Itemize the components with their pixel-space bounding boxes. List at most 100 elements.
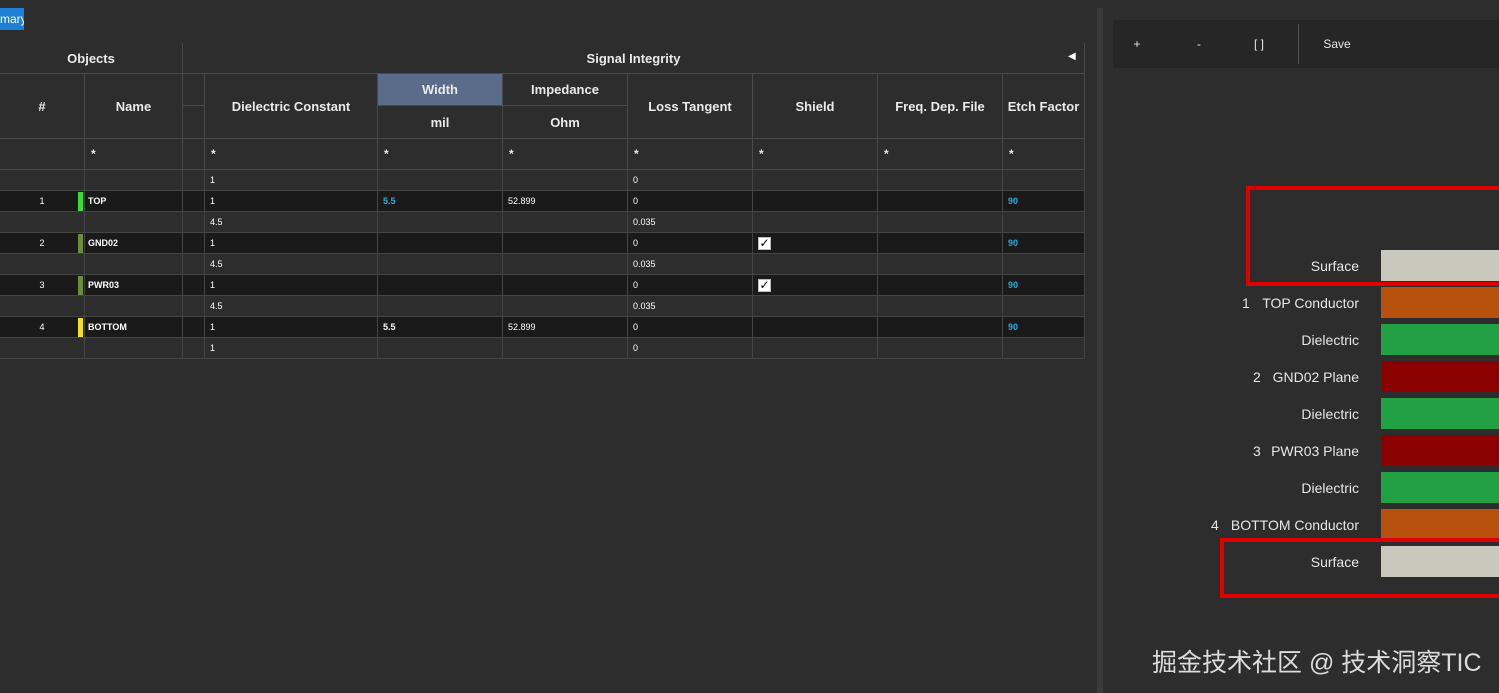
layer-bar[interactable] xyxy=(1381,287,1499,318)
cell-layer-number[interactable]: 2 xyxy=(0,233,85,254)
filter-loss-tangent[interactable]: * xyxy=(628,139,753,170)
cell-dk[interactable]: 1 xyxy=(205,170,378,191)
cell-dk[interactable]: 1 xyxy=(205,275,378,296)
col-header-shield[interactable]: Shield xyxy=(753,74,878,139)
cell-imp[interactable] xyxy=(503,254,628,275)
layer-bar[interactable] xyxy=(1381,398,1499,429)
cell-freq[interactable] xyxy=(878,170,1003,191)
cell-loss[interactable]: 0.035 xyxy=(628,254,753,275)
cell-width[interactable] xyxy=(378,212,503,233)
cell-freq[interactable] xyxy=(878,296,1003,317)
col-header-etch-factor[interactable]: Etch Factor xyxy=(1003,74,1085,139)
tab-summary[interactable]: mary xyxy=(0,8,24,30)
shield-checkbox[interactable]: ✓ xyxy=(758,236,771,250)
filter-shield[interactable]: * xyxy=(753,139,878,170)
cell-etch[interactable]: 90 xyxy=(1003,233,1085,254)
cell-etch[interactable] xyxy=(1003,338,1085,359)
cell-imp[interactable] xyxy=(503,296,628,317)
cell-freq[interactable] xyxy=(878,275,1003,296)
cell-imp[interactable]: 52.899 xyxy=(503,191,628,212)
filter-impedance[interactable]: * xyxy=(503,139,628,170)
filter-width[interactable]: * xyxy=(378,139,503,170)
cell-freq[interactable] xyxy=(878,233,1003,254)
cell-name[interactable]: PWR03 xyxy=(85,275,183,296)
cell-name[interactable]: GND02 xyxy=(85,233,183,254)
cell-shield[interactable] xyxy=(753,191,878,212)
cell-layer-number[interactable]: 3 xyxy=(0,275,85,296)
cell-loss[interactable]: 0 xyxy=(628,338,753,359)
cell-width[interactable] xyxy=(378,170,503,191)
cell-shield[interactable]: ✓ xyxy=(753,233,878,254)
cell-layer-number[interactable] xyxy=(0,254,85,275)
cell-name[interactable] xyxy=(85,338,183,359)
remove-layer-button[interactable]: - xyxy=(1175,20,1223,68)
save-button[interactable]: Save xyxy=(1309,20,1365,68)
col-header-loss-tangent[interactable]: Loss Tangent xyxy=(628,74,753,139)
add-layer-button[interactable]: + xyxy=(1113,20,1161,68)
layer-bar[interactable] xyxy=(1381,361,1499,392)
cell-name[interactable] xyxy=(85,296,183,317)
layer-bar[interactable] xyxy=(1381,472,1499,503)
col-header-freq-dep-file[interactable]: Freq. Dep. File xyxy=(878,74,1003,139)
cell-name[interactable]: BOTTOM xyxy=(85,317,183,338)
cell-freq[interactable] xyxy=(878,338,1003,359)
cell-dk[interactable]: 4.5 xyxy=(205,212,378,233)
cell-imp[interactable] xyxy=(503,170,628,191)
cell-shield[interactable] xyxy=(753,296,878,317)
shield-checkbox[interactable]: ✓ xyxy=(758,278,771,292)
filter-etch-factor[interactable]: * xyxy=(1003,139,1085,170)
cell-imp[interactable] xyxy=(503,212,628,233)
cell-loss[interactable]: 0.035 xyxy=(628,212,753,233)
cell-etch[interactable] xyxy=(1003,212,1085,233)
col-header-dielectric-constant[interactable]: Dielectric Constant xyxy=(205,74,378,139)
cell-dk[interactable]: 1 xyxy=(205,233,378,254)
cell-dk[interactable]: 1 xyxy=(205,338,378,359)
cell-loss[interactable]: 0 xyxy=(628,317,753,338)
cell-dk[interactable]: 4.5 xyxy=(205,296,378,317)
cell-loss[interactable]: 0 xyxy=(628,170,753,191)
filter-num[interactable] xyxy=(0,139,85,170)
col-header-name[interactable]: Name xyxy=(85,74,183,139)
cell-width[interactable]: 5.5 xyxy=(378,317,503,338)
filter-name[interactable]: * xyxy=(85,139,183,170)
cell-imp[interactable] xyxy=(503,233,628,254)
cell-freq[interactable] xyxy=(878,191,1003,212)
cell-freq[interactable] xyxy=(878,254,1003,275)
cell-layer-number[interactable] xyxy=(0,212,85,233)
cell-etch[interactable]: 90 xyxy=(1003,317,1085,338)
cell-shield[interactable] xyxy=(753,254,878,275)
cell-layer-number[interactable] xyxy=(0,338,85,359)
layer-bar[interactable] xyxy=(1381,509,1499,540)
cell-width[interactable] xyxy=(378,338,503,359)
cell-etch[interactable] xyxy=(1003,296,1085,317)
cell-width[interactable] xyxy=(378,275,503,296)
cell-etch[interactable] xyxy=(1003,170,1085,191)
cell-dk[interactable]: 1 xyxy=(205,317,378,338)
cell-loss[interactable]: 0.035 xyxy=(628,296,753,317)
cell-shield[interactable] xyxy=(753,170,878,191)
cell-layer-number[interactable] xyxy=(0,170,85,191)
col-header-width[interactable]: Width xyxy=(378,74,503,106)
layer-bar[interactable] xyxy=(1381,324,1499,355)
cell-imp[interactable] xyxy=(503,338,628,359)
cell-shield[interactable] xyxy=(753,317,878,338)
cell-width[interactable] xyxy=(378,296,503,317)
cell-width[interactable] xyxy=(378,254,503,275)
cell-name[interactable] xyxy=(85,212,183,233)
cell-width[interactable]: 5.5 xyxy=(378,191,503,212)
cell-etch[interactable]: 90 xyxy=(1003,191,1085,212)
filter-freq-dep-file[interactable]: * xyxy=(878,139,1003,170)
cell-loss[interactable]: 0 xyxy=(628,275,753,296)
cell-freq[interactable] xyxy=(878,212,1003,233)
cell-loss[interactable]: 0 xyxy=(628,191,753,212)
col-header-impedance[interactable]: Impedance xyxy=(503,74,628,106)
col-header-num[interactable]: # xyxy=(0,74,85,139)
cell-shield[interactable] xyxy=(753,338,878,359)
cell-imp[interactable]: 52.899 xyxy=(503,317,628,338)
cell-dk[interactable]: 1 xyxy=(205,191,378,212)
cell-layer-number[interactable]: 1 xyxy=(0,191,85,212)
cell-width[interactable] xyxy=(378,233,503,254)
cell-shield[interactable]: ✓ xyxy=(753,275,878,296)
cell-layer-number[interactable] xyxy=(0,296,85,317)
cell-etch[interactable] xyxy=(1003,254,1085,275)
